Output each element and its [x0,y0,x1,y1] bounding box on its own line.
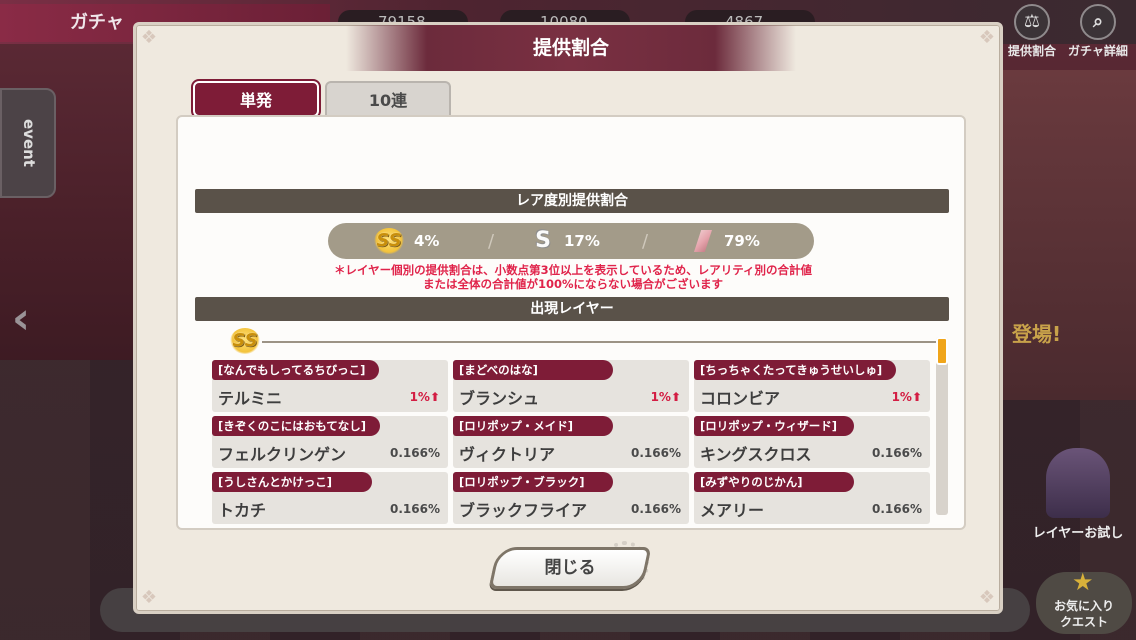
card-title-tag: [みずやりのじかん] [694,472,854,492]
banner-text: 登場! [1012,322,1062,346]
gacha-banner [1000,70,1136,400]
card-name: メアリー [700,501,765,520]
ss-group-icon: SS [230,328,260,354]
card-rate: 0.166% [390,502,440,516]
title-band: 提供割合 [346,25,796,71]
event-side-tab[interactable]: event [0,88,56,198]
card-rate: 0.166% [631,502,681,516]
rarity-section-title: レア度別提供割合 [195,189,949,213]
layer-card[interactable]: [みずやりのじかん] メアリー 0.166% [694,472,930,524]
ss-rarity-icon: SS [374,228,404,254]
card-title-tag: [まどべのはな] [453,360,613,380]
rates-panel: レア度別提供割合 SS 4% / S 17% / 79% ＊レイヤー個別の提供割… [176,115,966,530]
rates-dialog: ❖ ❖ ❖ ❖ 提供割合 単発 10連 レア度別提供割合 SS 4% / S 1… [133,22,1003,614]
card-name: ブランシュ [459,389,540,408]
card-name: ヴィクトリア [459,445,556,464]
gacha-detail-button[interactable]: ⌕ ガチャ詳細 [1068,4,1128,64]
card-name: テルミニ [218,389,283,408]
layer-card[interactable]: [ロリポップ・ブラック] ブラックフライア 0.166% [453,472,689,524]
rates-button-label: 提供割合 [1007,44,1056,58]
star-icon: ★ [1072,568,1094,596]
list-scrollbar[interactable] [936,337,948,515]
card-name: コロンビア [700,389,781,408]
layer-card[interactable]: [ロリポップ・ウィザード] キングスクロス 0.166% [694,416,930,468]
close-button[interactable]: 閉じる [488,547,652,589]
tab-single[interactable]: 単発 [193,81,319,117]
card-rate: 0.166% [872,446,922,460]
trial-button[interactable]: レイヤーお試し [1026,448,1130,541]
trial-button-label: レイヤーお試し [1032,526,1124,541]
layer-card[interactable]: [ちっちゃくたってきゅうせいしゅ] コロンビア 1%⬆ [694,360,930,412]
corner-ornament-icon: ❖ [978,587,996,608]
favorite-quest-button[interactable]: ★ お気に入り クエスト [1036,568,1132,634]
rate-notice: ＊レイヤー個別の提供割合は、小数点第3位以上を表示しているため、レアリティ別の合… [198,263,948,291]
card-title-tag: [なんでもしってるちびっこ] [212,360,380,380]
appear-section-title: 出現レイヤー [195,297,949,321]
card-title-tag: [きぞくのこにはおもてなし] [212,416,381,436]
card-name: キングスクロス [700,445,812,464]
notice-line-1: ＊レイヤー個別の提供割合は、小数点第3位以上を表示しているため、レアリティ別の合… [333,263,813,277]
rate-up-icon: ⬆ [670,390,681,404]
gacha-detail-button-label: ガチャ詳細 [1068,44,1128,58]
card-title-tag: [ロリポップ・メイド] [453,416,613,436]
search-icon: ⌕ [1080,4,1116,40]
corner-ornament-icon: ❖ [140,587,158,608]
card-rate: 1%⬆ [409,390,440,404]
prev-arrow-icon[interactable]: ‹ [6,296,36,342]
scale-icon: ⚖ [1014,4,1050,40]
tab-ten-pull[interactable]: 10連 [325,81,451,117]
corner-ornament-icon: ❖ [140,27,158,48]
corner-ornament-icon: ❖ [978,27,996,48]
group-divider [262,341,948,343]
layer-card[interactable]: [なんでもしってるちびっこ] テルミニ 1%⬆ [212,360,448,412]
dialog-title: 提供割合 [532,37,609,59]
rarity-a-rate: 79% [694,223,760,259]
separator: / [488,231,495,252]
scroll-thumb[interactable] [936,337,948,365]
a-rate-value: 79% [724,232,760,250]
card-rate: 1%⬆ [891,390,922,404]
rarity-rates-bar: SS 4% / S 17% / 79% [328,223,814,259]
card-title-tag: [ちっちゃくたってきゅうせいしゅ] [694,360,897,380]
rate-up-icon: ⬆ [911,390,922,404]
close-button-label: 閉じる [544,558,596,578]
card-name: フェルクリンゲン [218,445,347,464]
favorite-quest-label: お気に入り クエスト [1053,599,1114,629]
layer-card[interactable]: [きぞくのこにはおもてなし] フェルクリンゲン 0.166% [212,416,448,468]
card-rate: 0.166% [872,502,922,516]
ss-rate-value: 4% [414,232,440,250]
trial-avatar [1046,448,1110,518]
card-rate: 0.166% [631,446,681,460]
rarity-ss-rate: SS 4% [374,223,439,259]
a-rarity-icon [694,230,712,252]
card-title-tag: [ロリポップ・ブラック] [453,472,613,492]
card-rate: 1%⬆ [650,390,681,404]
s-rate-value: 17% [564,232,600,250]
card-name: ブラックフライア [459,501,588,520]
card-rate: 0.166% [390,446,440,460]
notice-line-2: または全体の合計値が100%にならない場合がございます [422,277,724,291]
card-title-tag: [ロリポップ・ウィザード] [694,416,854,436]
rarity-s-rate: S 17% [532,223,600,259]
separator: / [642,231,649,252]
s-rarity-icon: S [535,228,551,253]
layer-card[interactable]: [ロリポップ・メイド] ヴィクトリア 0.166% [453,416,689,468]
rates-button[interactable]: ⚖ 提供割合 [1002,4,1062,64]
rate-up-icon: ⬆ [429,390,440,404]
layer-card[interactable]: [まどべのはな] ブランシュ 1%⬆ [453,360,689,412]
layer-card[interactable]: [うしさんとかけっこ] トカチ 0.166% [212,472,448,524]
card-title-tag: [うしさんとかけっこ] [212,472,372,492]
card-name: トカチ [218,501,267,520]
